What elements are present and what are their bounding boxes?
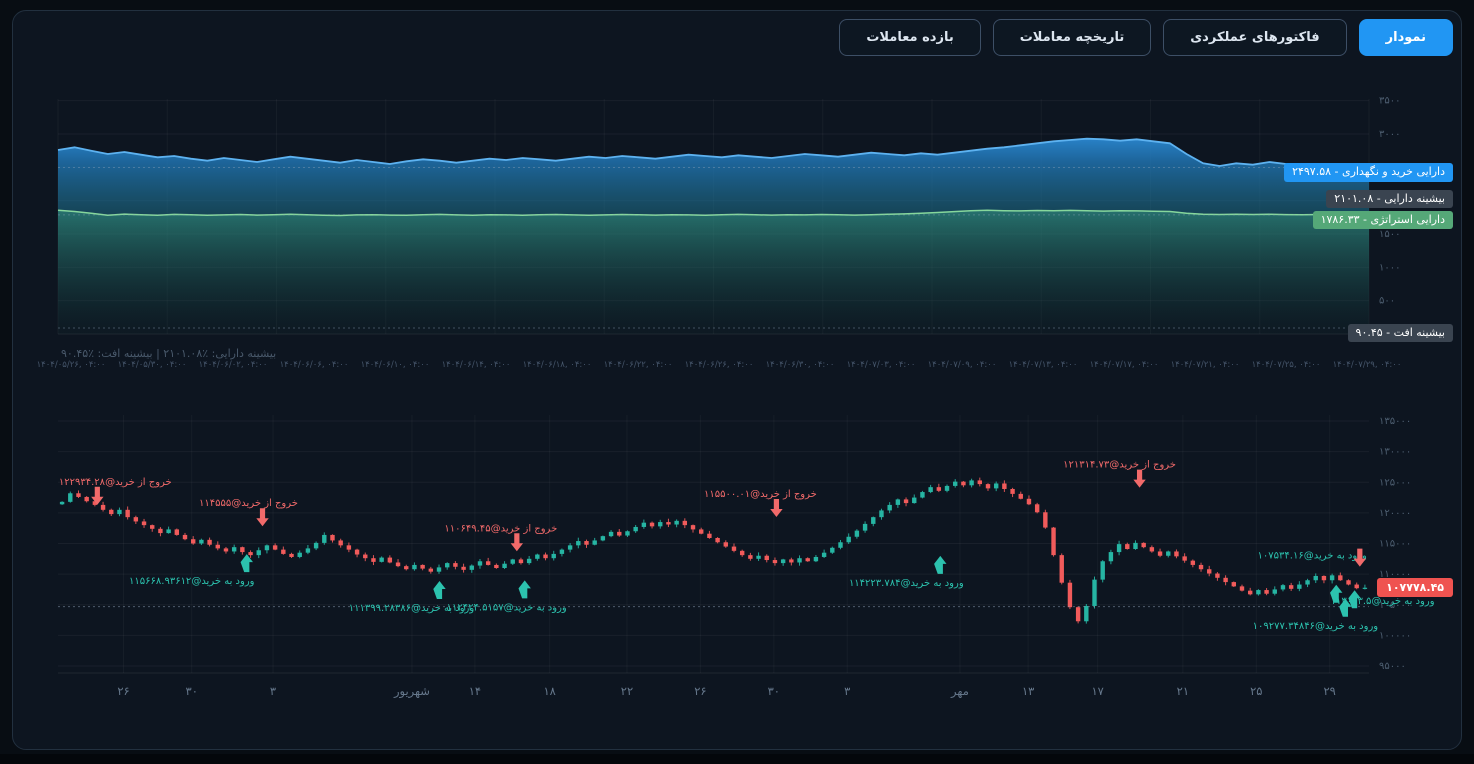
svg-text:۱۷: ۱۷ xyxy=(1091,684,1103,698)
tab-chart[interactable]: نمودار xyxy=(1359,19,1453,56)
svg-text:۱۲۵۰۰۰: ۱۲۵۰۰۰ xyxy=(1379,477,1411,488)
buy-arrow-icon xyxy=(519,580,531,598)
svg-text:۱۳: ۱۳ xyxy=(1022,684,1034,698)
svg-text:۳۰: ۳۰ xyxy=(186,684,198,698)
svg-text:۳۰۰۰: ۳۰۰۰ xyxy=(1379,129,1400,140)
sell-arrow-icon xyxy=(1133,470,1145,488)
trade-annotation-label: ورود به خرید@۱۰۹۲۷۷.۳۴۸۴۶ xyxy=(1253,621,1379,632)
svg-text:۲۲: ۲۲ xyxy=(621,684,633,698)
trade-annotation-label: ورود به خرید@۱۰۷۵۳۴.۱۶ xyxy=(1258,551,1368,562)
svg-text:۱۰۰۰۰۰: ۱۰۰۰۰۰ xyxy=(1379,630,1411,641)
svg-text:۱۵۰۰: ۱۵۰۰ xyxy=(1379,229,1400,240)
svg-text:۱۱۵۰۰۰: ۱۱۵۰۰۰ xyxy=(1379,539,1411,550)
svg-text:۳: ۳ xyxy=(270,684,276,698)
tab-trade-returns[interactable]: بازده معاملات xyxy=(839,19,980,56)
svg-text:۵۰۰: ۵۰۰ xyxy=(1379,296,1395,307)
trade-annotation-label: خروج از خرید@۱۱۵۵۰۰.۰۱ xyxy=(704,489,817,500)
svg-text:۱۴۰۴/۰۶/۰۶, ۰۴:۰۰: ۱۴۰۴/۰۶/۰۶, ۰۴:۰۰ xyxy=(280,360,349,370)
svg-text:۱۴: ۱۴ xyxy=(469,684,481,698)
svg-text:۱۳۵۰۰۰: ۱۳۵۰۰۰ xyxy=(1379,416,1411,427)
equity-chart[interactable]: ۳۵۰۰ ۳۰۰۰ ۲۵۰۰ ۲۰۰۰ ۱۵۰۰ ۱۰۰۰ ۵۰۰ ۱۴۰۴/۰۵/۲۶, ۰… xyxy=(13,71,1461,381)
svg-text:۱۴۰۴/۰۷/۰۹, ۰۴:۰۰: ۱۴۰۴/۰۷/۰۹, ۰۴:۰۰ xyxy=(928,360,997,370)
sell-arrow-icon xyxy=(511,533,523,551)
sell-arrow-icon xyxy=(770,499,782,517)
tab-bar: نمودار فاکتورهای عملکردی تاریخچه معاملات با… xyxy=(839,19,1453,56)
svg-text:شهریور: شهریور xyxy=(393,684,430,699)
sell-arrow-icon xyxy=(256,508,268,526)
svg-text:۱۴۰۴/۰۶/۱۰, ۰۴:۰۰: ۱۴۰۴/۰۶/۱۰, ۰۴:۰۰ xyxy=(361,360,430,370)
equity-summary: بیشینه دارایی: ٪۲۱۰۱.۰۸ | بیشینه افت: ٪۹… xyxy=(61,347,276,360)
trade-annotation-label: ورود به خرید@۱۱۲۴۲۴.۵۱۵۷ xyxy=(447,602,567,613)
svg-text:۱۴۰۴/۰۶/۱۸, ۰۴:۰۰: ۱۴۰۴/۰۶/۱۸, ۰۴:۰۰ xyxy=(523,360,592,370)
equity-series xyxy=(58,139,1369,334)
price-grid: ۱۳۵۰۰۰۱۳۰۰۰۰۱۲۵۰۰۰۱۲۰۰۰۰۱۱۵۰۰۰۱۱۰۰۰۰۱۰۵۰… xyxy=(58,415,1411,699)
svg-text:۱۴۰۴/۰۶/۰۲, ۰۴:۰۰: ۱۴۰۴/۰۶/۰۲, ۰۴:۰۰ xyxy=(199,360,268,370)
trade-annotation-label: ورود به خرید@۱۱۴۲۲۳.۷۸۴ xyxy=(849,578,964,589)
svg-text:۱۴۰۴/۰۷/۲۵, ۰۴:۰۰: ۱۴۰۴/۰۷/۲۵, ۰۴:۰۰ xyxy=(1252,360,1321,370)
svg-text:۲۱: ۲۱ xyxy=(1177,684,1189,698)
buy-arrow-icon xyxy=(241,554,253,572)
trade-annotation-label: ورود به خرید@۱۱۵۶۶۸.۹۳۶۱۲ xyxy=(129,576,255,587)
tab-performance-factors[interactable]: فاکتورهای عملکردی xyxy=(1163,19,1346,56)
trade-annotation-label: خروج از خرید@۱۲۲۹۳۴.۲۸ xyxy=(59,477,172,488)
svg-text:۱۳۰۰۰۰: ۱۳۰۰۰۰ xyxy=(1379,447,1411,458)
svg-text:۱۴۰۴/۰۶/۲۶, ۰۴:۰۰: ۱۴۰۴/۰۶/۲۶, ۰۴:۰۰ xyxy=(685,360,754,370)
svg-text:۱۴۰۴/۰۵/۳۰, ۰۴:۰۰: ۱۴۰۴/۰۵/۳۰, ۰۴:۰۰ xyxy=(118,360,187,370)
buy-arrow-icon xyxy=(433,581,445,599)
svg-text:۱۴۰۴/۰۶/۱۴, ۰۴:۰۰: ۱۴۰۴/۰۶/۱۴, ۰۴:۰۰ xyxy=(442,360,511,370)
svg-text:۳۵۰۰: ۳۵۰۰ xyxy=(1379,96,1400,107)
tab-trade-history[interactable]: تاریخچه معاملات xyxy=(993,19,1152,56)
svg-text:۱۲۰۰۰۰: ۱۲۰۰۰۰ xyxy=(1379,508,1411,519)
svg-text:۳۰: ۳۰ xyxy=(768,684,780,698)
svg-text:۹۵۰۰۰: ۹۵۰۰۰ xyxy=(1379,661,1406,672)
trade-annotation-label: خروج از خرید@۱۱۰۶۴۹.۴۵ xyxy=(444,523,557,534)
bottom-strip xyxy=(0,754,1474,764)
svg-text:مهر: مهر xyxy=(950,684,969,699)
svg-text:۱۸: ۱۸ xyxy=(543,684,555,698)
svg-text:۲۶: ۲۶ xyxy=(117,684,129,698)
svg-text:۲۶: ۲۶ xyxy=(694,684,706,698)
svg-text:۱۴۰۴/۰۷/۱۳, ۰۴:۰۰: ۱۴۰۴/۰۷/۱۳, ۰۴:۰۰ xyxy=(1009,360,1078,370)
svg-text:۱۴۰۴/۰۶/۳۰, ۰۴:۰۰: ۱۴۰۴/۰۶/۳۰, ۰۴:۰۰ xyxy=(766,360,835,370)
svg-text:۱۰۰۰: ۱۰۰۰ xyxy=(1379,262,1400,273)
trade-annotation-label: خروج از خرید@۱۲۱۳۱۴.۷۳ xyxy=(1063,460,1176,471)
svg-text:۱۴۰۴/۰۷/۲۹, ۰۴:۰۰: ۱۴۰۴/۰۷/۲۹, ۰۴:۰۰ xyxy=(1333,360,1402,370)
dashboard-panel: نمودار فاکتورهای عملکردی تاریخچه معاملات با… xyxy=(12,10,1462,750)
trade-annotation-label: ورود به خرید@۱۱۳۰۰۳.۵ xyxy=(1331,596,1435,607)
price-chart[interactable]: ۱۳۵۰۰۰۱۳۰۰۰۰۱۲۵۰۰۰۱۲۰۰۰۰۱۱۵۰۰۰۱۱۰۰۰۰۱۰۵۰… xyxy=(13,401,1461,731)
svg-text:۲۵: ۲۵ xyxy=(1250,684,1262,698)
svg-text:۲۹: ۲۹ xyxy=(1323,684,1335,698)
svg-text:۱۴۰۴/۰۷/۲۱, ۰۴:۰۰: ۱۴۰۴/۰۷/۲۱, ۰۴:۰۰ xyxy=(1171,360,1240,370)
svg-text:۱۴۰۴/۰۷/۰۳, ۰۴:۰۰: ۱۴۰۴/۰۷/۰۳, ۰۴:۰۰ xyxy=(847,360,916,370)
svg-text:۳: ۳ xyxy=(844,684,850,698)
trade-annotation-label: خروج از خرید@۱۱۴۵۵۵ xyxy=(199,498,298,509)
svg-text:۱۴۰۴/۰۵/۲۶, ۰۴:۰۰: ۱۴۰۴/۰۵/۲۶, ۰۴:۰۰ xyxy=(37,360,106,370)
svg-text:۱۴۰۴/۰۷/۱۷, ۰۴:۰۰: ۱۴۰۴/۰۷/۱۷, ۰۴:۰۰ xyxy=(1090,360,1159,370)
last-price-badge: ۱۰۷۷۷۸.۴۵ xyxy=(1377,578,1453,597)
svg-text:۲۰۰۰: ۲۰۰۰ xyxy=(1379,196,1400,207)
svg-text:۲۵۰۰: ۲۵۰۰ xyxy=(1379,162,1400,173)
svg-text:۱۴۰۴/۰۶/۲۲, ۰۴:۰۰: ۱۴۰۴/۰۶/۲۲, ۰۴:۰۰ xyxy=(604,360,673,370)
buy-arrow-icon xyxy=(934,556,946,574)
